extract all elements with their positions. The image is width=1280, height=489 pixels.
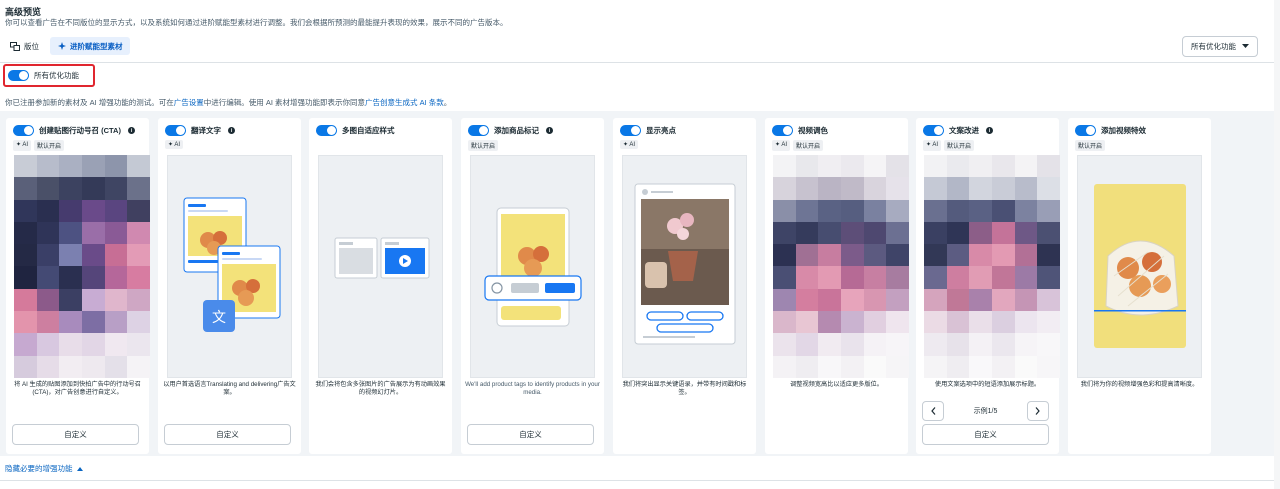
next-example-button[interactable] [1026, 401, 1049, 421]
card-title: 添加商品标记 [494, 126, 539, 135]
feature-toggle[interactable] [13, 125, 34, 136]
feature-toggle[interactable] [923, 125, 944, 136]
example-pager: 示例1/5 [922, 401, 1049, 421]
feature-toggle[interactable] [620, 125, 641, 136]
master-toggle-label: 所有优化功能 [34, 71, 79, 80]
chevron-left-icon [930, 407, 935, 415]
card-video-effects: 添加视频特效 默认开启 我们将为你的视频增强色彩和提高清晰度。 [1068, 118, 1211, 454]
card-description: 将 AI 生成的贴图添加到快拍广告中的行动号召 (CTA)，对广告创意进行自定义… [14, 381, 141, 397]
sparkle-icon [57, 41, 66, 51]
tab-advantage-creative[interactable]: 进阶赋能型素材 [50, 37, 130, 55]
pager-label: 示例1/5 [973, 408, 998, 415]
page-subtitle: 你可以查看广告在不同版位的显示方式，以及系统如何通过进阶赋能型素材进行调整。我们… [5, 18, 508, 27]
info-icon[interactable]: i [546, 127, 553, 134]
feature-toggle[interactable] [1075, 125, 1096, 136]
svg-text:文: 文 [212, 310, 226, 326]
card-title: 翻译文字 [191, 126, 221, 135]
notice-text: 中进行编辑。使用 AI 素材增强功能即表示你同意 [203, 98, 366, 107]
highlights-preview-illustration [622, 155, 747, 378]
enrollment-notice: 你已注册参加新的素材及 AI 增强功能的测试。可在广告设置中进行编辑。使用 AI… [5, 97, 451, 108]
master-toggle-row: 所有优化功能 [3, 64, 95, 87]
prev-example-button[interactable] [922, 401, 944, 421]
blurred-preview-image [773, 155, 909, 378]
card-description: 使用文案选项中的短语添加展示标题。 [934, 381, 1041, 388]
card-description: 调整视频宽高比以适应更多版位。 [790, 381, 883, 388]
card-product-tags: 添加商品标记 i 默认开启 We'll add product tags to i… [461, 118, 604, 454]
feature-toggle[interactable] [468, 125, 489, 136]
tab-placements[interactable]: 版位 [3, 37, 46, 55]
ai-badge: ✦ AI [772, 140, 791, 151]
feature-toggle[interactable] [316, 125, 337, 136]
genai-terms-link[interactable]: 广告创意生成式 AI 条款 [365, 98, 444, 107]
default-on-badge: 默认开启 [944, 140, 975, 151]
default-on-badge: 默认开启 [1075, 140, 1106, 151]
card-title: 视频调色 [798, 126, 828, 135]
tab-label: 版位 [24, 41, 39, 51]
customize-button[interactable]: 自定义 [467, 424, 594, 445]
card-title: 创建贴图行动号召 (CTA) [39, 126, 121, 135]
feature-toggle[interactable] [165, 125, 186, 136]
ai-badge: ✦ AI [165, 140, 184, 149]
placements-icon [10, 41, 20, 51]
feature-toggle[interactable] [772, 125, 793, 136]
video-effects-preview-illustration [1077, 155, 1202, 378]
product-tags-preview-illustration [470, 155, 595, 378]
card-highlights: 显示亮点 ✦ AI 我们将突出显示关键语录，并带有时间戳和标签。 [613, 118, 756, 454]
ai-badge: ✦ AI [13, 140, 32, 151]
card-description: 以用户首选语言Translating and delivering广告文案。 [163, 381, 296, 397]
caret-down-icon [1242, 42, 1249, 51]
multi-image-preview-illustration [318, 155, 443, 378]
caret-up-icon [76, 464, 83, 473]
card-cta-sticker: 创建贴图行动号召 (CTA) i ✦ AI 默认开启 将 AI 生成的贴图添加到快拍… [6, 118, 150, 454]
card-description: We'll add product tags to identify produ… [465, 381, 600, 397]
default-on-badge: 默认开启 [468, 140, 499, 151]
card-title: 添加视频特效 [1101, 126, 1146, 135]
scrollbar-track[interactable] [1274, 0, 1280, 489]
card-title: 显示亮点 [646, 126, 676, 135]
info-icon[interactable]: i [228, 127, 235, 134]
hide-link-label: 隐藏必要的增强功能 [5, 464, 73, 473]
default-on-badge: 默认开启 [34, 140, 65, 151]
customize-button[interactable]: 自定义 [922, 424, 1049, 445]
chevron-right-icon [1036, 407, 1041, 415]
translate-preview-illustration: 文 [167, 155, 292, 378]
card-multi-image: 多图自适应样式 我们会将包含多张图片的广告展示为有动画效果的视频幻灯片。 [309, 118, 452, 454]
master-toggle[interactable] [8, 70, 29, 81]
card-copy-improvement: 文案改进 i ✦ AI 默认开启 使用文案选项中的短语添加展示标题。 示例1/5 自… [916, 118, 1060, 454]
notice-text: 。 [443, 98, 452, 107]
divider [0, 480, 1280, 481]
dropdown-label: 所有优化功能 [1191, 42, 1236, 51]
blurred-preview-image [14, 155, 150, 378]
divider [0, 62, 1280, 63]
blurred-preview-image [924, 155, 1060, 378]
info-icon[interactable]: i [127, 127, 135, 134]
card-translate-text: 翻译文字 i ✦ AI 文 以用户首选语言Translating and deli… [158, 118, 301, 454]
default-on-badge: 默认开启 [793, 140, 824, 151]
notice-text: 你已注册参加新的素材及 AI 增强功能的测试。可在 [5, 98, 174, 107]
customize-button[interactable]: 自定义 [164, 424, 291, 445]
info-icon[interactable]: i [986, 127, 993, 134]
card-description: 我们会将包含多张图片的广告展示为有动画效果的视频幻灯片。 [315, 381, 446, 397]
all-optimizations-dropdown[interactable]: 所有优化功能 [1182, 36, 1258, 57]
tab-label: 进阶赋能型素材 [70, 41, 123, 51]
card-title: 文案改进 [949, 126, 979, 135]
card-description: 我们将突出显示关键语录，并带有时间戳和标签。 [622, 381, 747, 397]
card-video-color: 视频调色 ✦ AI 默认开启 调整视频宽高比以适应更多版位。 [765, 118, 909, 454]
ai-badge: ✦ AI [620, 140, 639, 149]
hide-enhancements-link[interactable]: 隐藏必要的增强功能 [5, 463, 83, 474]
card-description: 我们将为你的视频增强色彩和提高清晰度。 [1080, 381, 1199, 388]
ad-settings-link[interactable]: 广告设置 [174, 98, 204, 107]
ai-badge: ✦ AI [923, 140, 942, 151]
customize-button[interactable]: 自定义 [12, 424, 139, 445]
card-title: 多图自适应样式 [342, 126, 395, 135]
